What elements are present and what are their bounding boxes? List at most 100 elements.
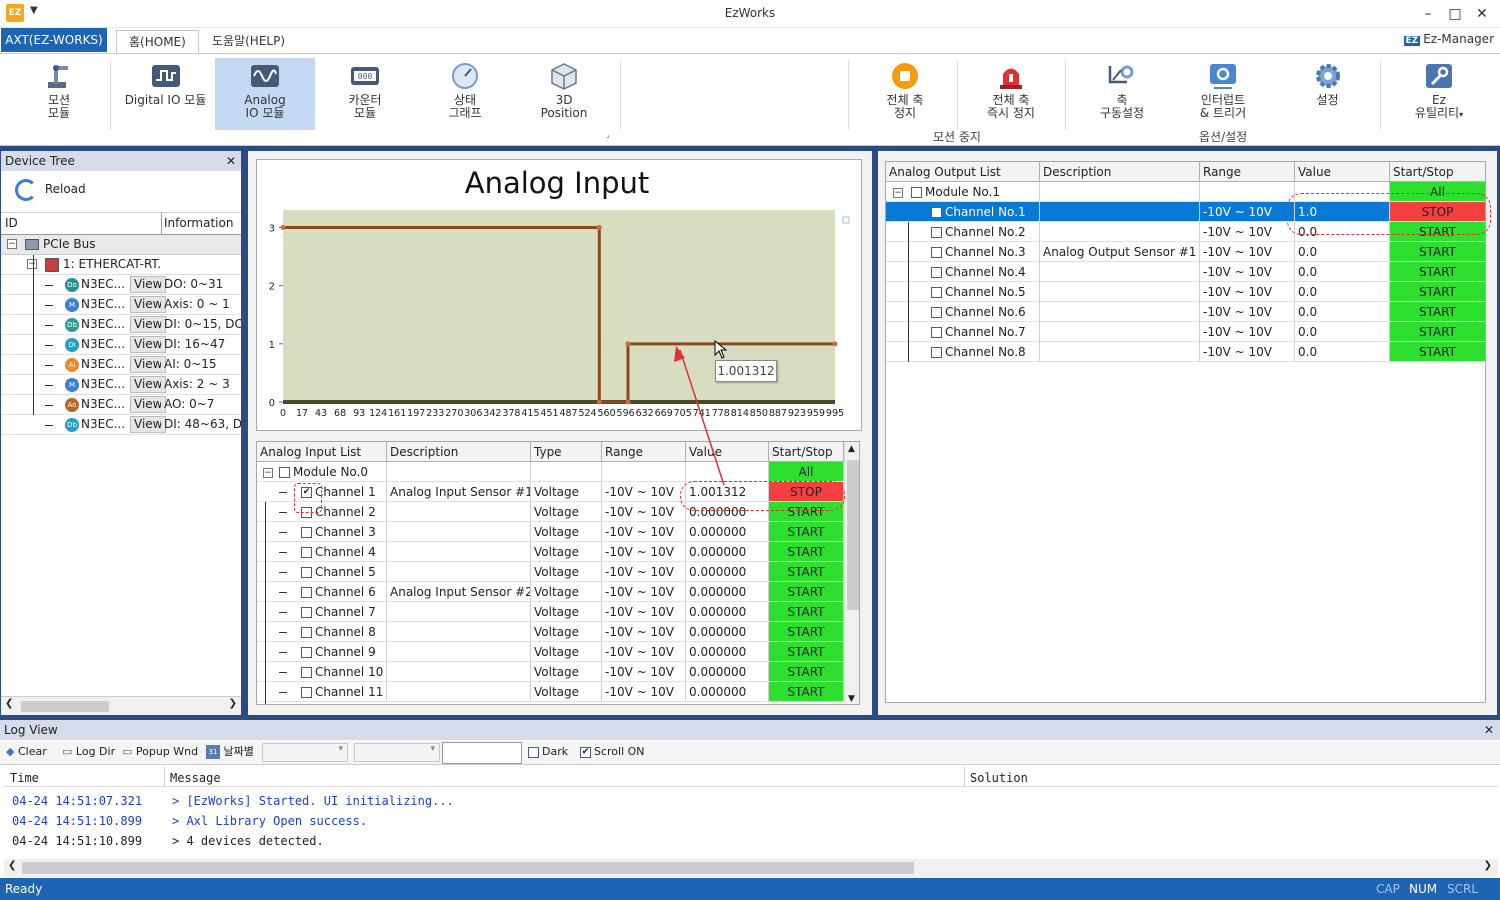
digital-io-button[interactable]: Digital IO 모듈 xyxy=(118,58,213,128)
close-icon[interactable]: ✕ xyxy=(1484,720,1494,740)
start-stop-button[interactable]: START xyxy=(1390,282,1485,302)
channel-checkbox[interactable] xyxy=(301,667,312,678)
analog-io-button[interactable]: Analog IO 모듈 xyxy=(215,58,315,130)
tree-node-device[interactable]: Ai N3EC... View AI: 0~15 xyxy=(1,355,241,375)
description-cell[interactable]: Analog Input Sensor #1 xyxy=(387,482,531,502)
table-row[interactable]: Channel 7 Voltage -10V ~ 10V 0.000000 START xyxy=(257,602,859,622)
table-row[interactable]: Channel No.5 -10V ~ 10V 0.0 START xyxy=(886,282,1485,302)
start-stop-button[interactable]: START xyxy=(769,642,844,662)
table-row[interactable]: Channel No.3 Analog Output Sensor #1 -10V … xyxy=(886,242,1485,262)
channel-checkbox[interactable] xyxy=(301,587,312,598)
log-dir-button[interactable]: ▭ Log Dir xyxy=(62,741,115,763)
description-cell[interactable] xyxy=(387,562,531,582)
value-cell[interactable]: 0.0 xyxy=(1295,322,1390,342)
tab-help[interactable]: 도움말(HELP) xyxy=(200,30,297,54)
column-header[interactable]: Description xyxy=(1040,162,1200,182)
description-cell[interactable] xyxy=(1040,282,1200,302)
description-cell[interactable] xyxy=(1040,222,1200,242)
dark-checkbox[interactable]: Dark xyxy=(528,741,568,763)
reload-button[interactable]: Reload xyxy=(15,176,86,202)
channel-checkbox[interactable] xyxy=(301,607,312,618)
start-stop-button[interactable]: START xyxy=(769,542,844,562)
channel-checkbox[interactable] xyxy=(931,227,942,238)
scroll-up-icon[interactable]: ▲ xyxy=(848,444,855,454)
column-header[interactable]: Type xyxy=(531,442,602,462)
column-header[interactable]: Analog Output List xyxy=(886,162,1040,182)
table-row[interactable]: Channel 8 Voltage -10V ~ 10V 0.000000 START xyxy=(257,622,859,642)
close-icon[interactable]: ✕ xyxy=(1470,4,1494,24)
log-entry[interactable]: 04-24 14:51:07.321 > [EzWorks] Started. U… xyxy=(4,792,1498,812)
start-stop-button[interactable]: START xyxy=(769,602,844,622)
dialog-launcher-icon[interactable]: ⌟ xyxy=(606,130,610,139)
start-stop-button[interactable]: START xyxy=(1390,322,1485,342)
column-header[interactable]: Description xyxy=(387,442,531,462)
channel-checkbox[interactable] xyxy=(931,287,942,298)
device-tree-horizontal-scrollbar[interactable]: ❮ ❯ xyxy=(1,696,241,715)
scrollbar-thumb[interactable] xyxy=(847,460,859,610)
column-header[interactable]: Analog Input List xyxy=(257,442,387,462)
all-axis-emergency-stop-button[interactable]: 전체 축 즉시 정지 xyxy=(975,58,1047,128)
file-tab[interactable]: AXT(EZ-WORKS) xyxy=(1,28,107,52)
scroll-right-icon[interactable]: ❯ xyxy=(1484,860,1492,871)
description-cell[interactable] xyxy=(1040,202,1200,222)
all-toggle-button[interactable]: All xyxy=(769,462,844,482)
column-header[interactable]: Start/Stop xyxy=(769,442,844,462)
value-cell[interactable]: 0.0 xyxy=(1295,282,1390,302)
table-row[interactable]: Channel No.6 -10V ~ 10V 0.0 START xyxy=(886,302,1485,322)
description-cell[interactable] xyxy=(387,682,531,702)
scroll-on-check-box[interactable]: ✔ xyxy=(580,746,591,758)
table-row[interactable]: Channel 6 Analog Input Sensor #2 Voltage -1… xyxy=(257,582,859,602)
close-icon[interactable]: ✕ xyxy=(226,151,236,171)
channel-checkbox[interactable] xyxy=(931,327,942,338)
scrollbar-thumb[interactable] xyxy=(21,701,109,712)
date-button[interactable]: 31 날짜별 xyxy=(206,741,254,763)
value-cell[interactable]: 0.0 xyxy=(1295,342,1390,362)
column-header[interactable]: Start/Stop xyxy=(1390,162,1485,182)
channel-checkbox[interactable] xyxy=(931,207,942,218)
tab-home[interactable]: 홈(HOME) xyxy=(116,30,199,54)
collapse-icon[interactable]: − xyxy=(7,239,17,249)
start-stop-button[interactable]: START xyxy=(1390,302,1485,322)
channel-checkbox[interactable] xyxy=(931,347,942,358)
column-id[interactable]: ID xyxy=(5,216,18,230)
dark-check-box[interactable] xyxy=(528,746,539,758)
start-stop-button[interactable]: START xyxy=(769,662,844,682)
table-row[interactable]: Channel No.8 -10V ~ 10V 0.0 START xyxy=(886,342,1485,362)
description-cell[interactable] xyxy=(387,522,531,542)
scroll-down-icon[interactable]: ▼ xyxy=(848,694,855,704)
channel-checkbox[interactable] xyxy=(931,307,942,318)
value-cell[interactable]: 0.0 xyxy=(1295,242,1390,262)
motion-module-button[interactable]: 모션 모듈 xyxy=(18,58,100,128)
log-entry[interactable]: 04-24 14:51:10.899 > Axl Library Open suc… xyxy=(4,812,1498,832)
vertical-scrollbar[interactable]: ▲ ▼ xyxy=(844,442,859,704)
log-col-time[interactable]: Time xyxy=(10,771,39,785)
popup-wnd-button[interactable]: ▭ Popup Wnd xyxy=(122,741,198,763)
start-stop-button[interactable]: START xyxy=(769,562,844,582)
column-information[interactable]: Information xyxy=(164,216,233,230)
description-cell[interactable]: Analog Output Sensor #1 xyxy=(1040,242,1200,262)
date-from-combo[interactable]: ▾ xyxy=(262,743,348,762)
description-cell[interactable] xyxy=(1040,322,1200,342)
description-cell[interactable] xyxy=(387,622,531,642)
table-row[interactable]: Channel 4 Voltage -10V ~ 10V 0.000000 START xyxy=(257,542,859,562)
table-row[interactable]: Channel 3 Voltage -10V ~ 10V 0.000000 START xyxy=(257,522,859,542)
table-row[interactable]: Channel No.7 -10V ~ 10V 0.0 START xyxy=(886,322,1485,342)
start-stop-button[interactable]: START xyxy=(769,522,844,542)
collapse-icon[interactable]: − xyxy=(263,467,273,478)
column-header[interactable]: Value xyxy=(1295,162,1390,182)
table-row[interactable]: Channel No.4 -10V ~ 10V 0.0 START xyxy=(886,262,1485,282)
log-col-solution[interactable]: Solution xyxy=(970,771,1028,785)
module-row[interactable]: − Module No.0 All xyxy=(257,462,859,482)
start-stop-button[interactable]: START xyxy=(769,582,844,602)
tree-node-device[interactable]: Ao N3EC... View AO: 0~7 xyxy=(1,395,241,415)
start-stop-button[interactable]: START xyxy=(769,622,844,642)
start-stop-button[interactable]: START xyxy=(1390,242,1485,262)
description-cell[interactable] xyxy=(1040,302,1200,322)
log-col-message[interactable]: Message xyxy=(170,771,221,785)
description-cell[interactable] xyxy=(387,602,531,622)
module-checkbox[interactable] xyxy=(911,187,922,198)
value-cell[interactable]: 0.0 xyxy=(1295,302,1390,322)
minimize-icon[interactable]: – xyxy=(1416,4,1440,24)
channel-checkbox[interactable] xyxy=(931,267,942,278)
value-cell[interactable]: 0.0 xyxy=(1295,262,1390,282)
